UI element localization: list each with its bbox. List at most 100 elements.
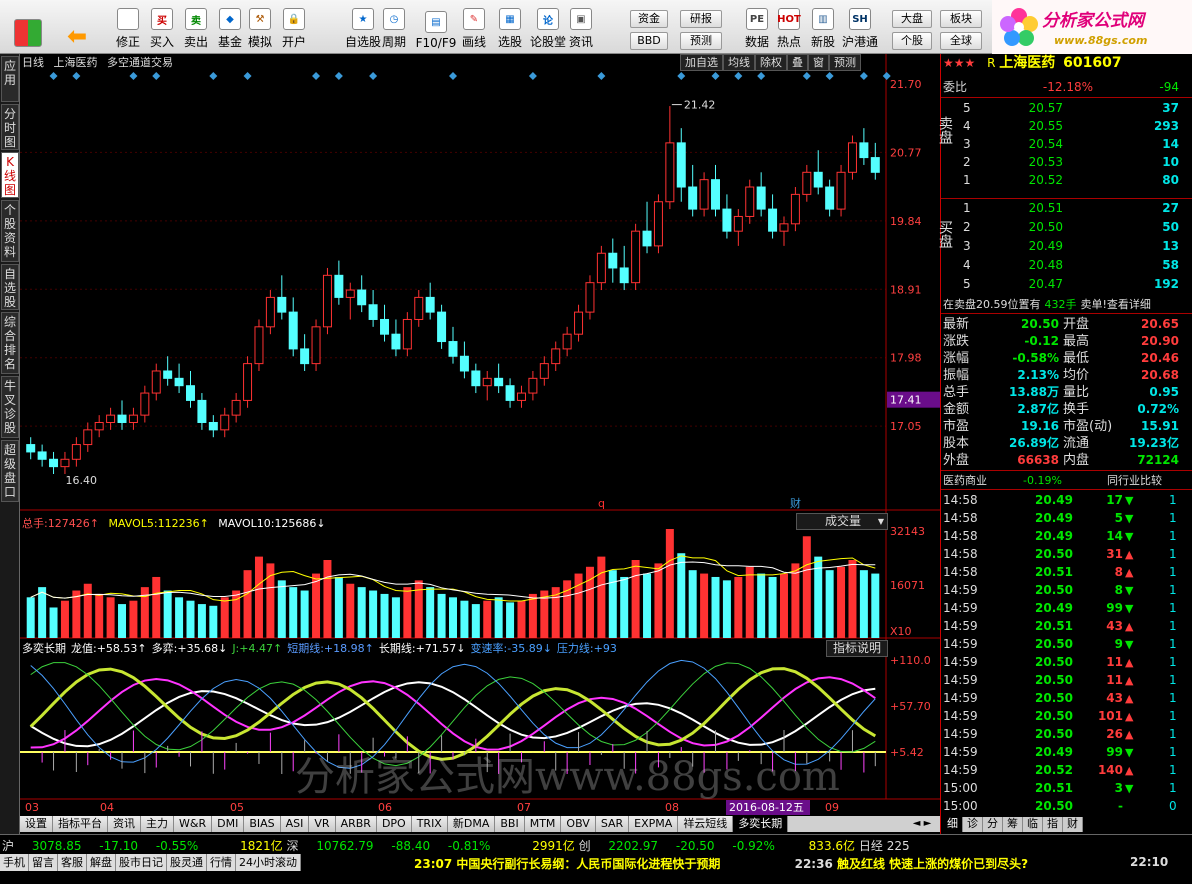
fund-flow-button[interactable]: 资金 — [630, 10, 668, 28]
bottom-tab-8[interactable]: VR — [309, 816, 336, 832]
chart-btn-5[interactable]: 预测 — [829, 54, 861, 71]
bottom-tab-3[interactable]: 主力 — [141, 816, 174, 832]
toolbar-button-13[interactable]: PE 数据 — [740, 4, 774, 50]
toolbar-button-4[interactable]: ⚒ 模拟 — [244, 4, 276, 50]
tick-row-7: 14:59 20.51 43 ▲ 1 — [943, 618, 1189, 635]
bottom-tab-9[interactable]: ARBR — [335, 816, 377, 832]
indicator-num-5: -35.89↓ — [507, 642, 552, 655]
bottom-tab-5[interactable]: DMI — [212, 816, 245, 832]
period-label[interactable]: 日线 — [22, 56, 44, 69]
cy-index[interactable]: 2202.97 — [608, 839, 658, 853]
current-price-label: 17.41 — [890, 394, 922, 407]
chart-btn-4[interactable]: 窗 — [808, 54, 829, 71]
mini-tab-3[interactable]: 筹 — [1003, 817, 1023, 832]
mini-tab-6[interactable]: 财 — [1063, 817, 1083, 832]
toolbar-button-9[interactable]: ✎ 画线 — [454, 4, 494, 50]
status-menu-5[interactable]: 股灵通 — [167, 854, 207, 871]
status-menu-1[interactable]: 留言 — [29, 854, 58, 871]
bottom-tab-14[interactable]: MTM — [524, 816, 562, 832]
mini-tab-2[interactable]: 分 — [983, 817, 1003, 832]
notice-link[interactable]: 卖单!查看详细 — [1081, 298, 1151, 311]
price-tick-1: 20.77 — [890, 146, 922, 159]
left-tab-6[interactable]: 牛叉诊股 — [1, 376, 19, 438]
left-tab-2[interactable]: K线图 — [1, 152, 19, 198]
bottom-tab-1[interactable]: 指标平台 — [53, 816, 108, 832]
global-button[interactable]: 全球 — [940, 32, 982, 50]
status-menu-2[interactable]: 客服 — [58, 854, 87, 871]
status-menu-4[interactable]: 股市日记 — [116, 854, 167, 871]
bottom-tab-16[interactable]: SAR — [595, 816, 630, 832]
toolbar-button-10[interactable]: ▦ 选股 — [490, 4, 530, 50]
chart-btn-2[interactable]: 除权 — [755, 54, 787, 71]
bottom-tab-0[interactable]: 设置 — [20, 816, 53, 832]
back-button[interactable]: ⬅ — [60, 4, 94, 50]
status-menu-0[interactable]: 手机 — [0, 854, 29, 871]
chart-area[interactable]: 21.70 20.77 19.84 18.91 17.98 17.05 17.41 21.42… — [20, 54, 940, 816]
app-menu-button[interactable] — [10, 4, 46, 50]
bottom-tab-10[interactable]: DPO — [376, 816, 412, 832]
bottom-tab-6[interactable]: BIAS — [244, 816, 281, 832]
bottom-tab-11[interactable]: TRIX — [411, 816, 448, 832]
toolbar-button-5[interactable]: 🔒 开户 — [278, 4, 310, 50]
bottom-tab-18[interactable]: 祥云短线 — [678, 816, 734, 832]
research-button[interactable]: 研报 — [680, 10, 722, 28]
volume-indicator-select[interactable]: 成交量 ▼ — [796, 513, 888, 530]
volume-bar — [779, 573, 788, 638]
market-button[interactable]: 大盘 — [892, 10, 932, 28]
hot-icon: HOT — [777, 8, 801, 30]
toolbar-button-7[interactable]: ◷ 周期 — [374, 4, 414, 50]
tab-scroll-arrows[interactable]: ◄ ► — [904, 816, 940, 832]
sector-button[interactable]: 板块 — [940, 10, 982, 28]
left-tab-3[interactable]: 个股资料 — [1, 200, 19, 262]
left-tab-1[interactable]: 分时图 — [1, 104, 19, 150]
chart-btn-1[interactable]: 均线 — [723, 54, 755, 71]
toolbar-button-12[interactable]: ▣ 资讯 — [566, 4, 596, 50]
mini-tab-0[interactable]: 细 — [943, 817, 963, 832]
left-tab-5[interactable]: 综合排名 — [1, 312, 19, 374]
bottom-tab-12[interactable]: 新DMA — [447, 816, 496, 832]
stat-label-b: 量比 — [1063, 385, 1090, 400]
chart-btn-0[interactable]: 加自选 — [680, 54, 723, 71]
status-menu-3[interactable]: 解盘 — [87, 854, 116, 871]
toolbar-button-11[interactable]: 论论股堂 — [528, 4, 568, 50]
indicator-help-button[interactable]: 指标说明 — [826, 640, 888, 657]
toolbar-button-2[interactable]: 卖卖出 — [180, 4, 212, 50]
toolbar-button-15[interactable]: ▥ 新股 — [806, 4, 840, 50]
down-arrow-icon: ▼ — [1125, 782, 1134, 795]
month-label-2: 05 — [230, 801, 244, 814]
status-menu-7[interactable]: 24小时滚动 — [236, 854, 301, 871]
toolbar-button-0[interactable]: 修正 — [112, 4, 144, 50]
left-tab-4[interactable]: 自选股 — [1, 264, 19, 310]
mini-tab-1[interactable]: 诊 — [963, 817, 983, 832]
bottom-tab-15[interactable]: OBV — [561, 816, 596, 832]
sz-change: -88.40 — [391, 839, 431, 853]
bottom-tab-17[interactable]: EXPMA — [629, 816, 679, 832]
chart-btn-3[interactable]: 叠 — [787, 54, 808, 71]
bottom-tab-4[interactable]: W&R — [174, 816, 213, 832]
bottom-tab-7[interactable]: ASI — [280, 816, 310, 832]
forecast-button[interactable]: 预测 — [680, 32, 722, 50]
bottom-tab-19[interactable]: 多奕长期 — [733, 816, 789, 832]
industry-compare[interactable]: 同行业比较 — [1107, 472, 1162, 489]
volume-bar — [49, 607, 58, 638]
toolbar-button-14[interactable]: HOT 热点 — [772, 4, 806, 50]
toolbar-button-1[interactable]: 买买入 — [146, 4, 178, 50]
toolbar-button-3[interactable]: ◆ 基金 — [214, 4, 246, 50]
toolbar-button-8[interactable]: ▤ F10/F9 — [414, 4, 458, 50]
bottom-tab-13[interactable]: BBI — [495, 816, 525, 832]
bbd-button[interactable]: BBD — [630, 32, 668, 50]
volume-bar — [243, 570, 252, 638]
toolbar-button-16[interactable]: SH 沪港通 — [840, 4, 880, 50]
status-menu-6[interactable]: 行情 — [207, 854, 236, 871]
stock-button[interactable]: 个股 — [892, 32, 932, 50]
bottom-tab-2[interactable]: 资讯 — [108, 816, 141, 832]
indicator-header: 多奕长期 龙值:+58.53↑ 多弈:+35.68↓ J:+4.47↑ 短期线:+18.… — [22, 641, 617, 657]
left-tab-7[interactable]: 超级盘口 — [1, 440, 19, 502]
sh-index[interactable]: 3078.85 — [32, 839, 82, 853]
mini-tab-5[interactable]: 指 — [1043, 817, 1063, 832]
divider-3 — [941, 313, 1192, 314]
sz-index[interactable]: 10762.79 — [316, 839, 373, 853]
mini-tab-4[interactable]: 临 — [1023, 817, 1043, 832]
left-tab-0[interactable]: 应用 — [1, 56, 19, 102]
news-ticker[interactable]: 23:07 中国央行副行长易纲：人民币国际化进程快于预期 22:36 触及红线 … — [414, 855, 1028, 872]
